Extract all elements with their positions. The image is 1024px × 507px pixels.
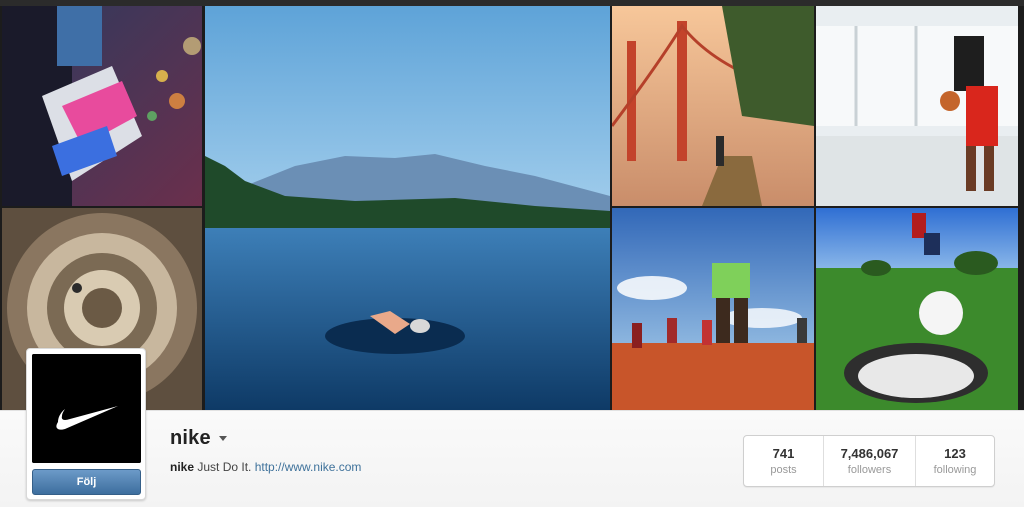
stat-count: 7,486,067 [840, 446, 899, 461]
photo-tile-golden-gate-runner[interactable] [612, 6, 814, 206]
caret-down-icon[interactable] [218, 436, 227, 441]
username-row: nike [170, 427, 227, 450]
bio-link[interactable]: http://www.nike.com [255, 460, 362, 474]
stat-label: followers [847, 464, 892, 476]
follow-button[interactable]: Följ [32, 469, 141, 495]
photo-tile-basketball[interactable] [816, 6, 1018, 206]
photo-tile-sneakers[interactable] [2, 6, 202, 206]
stat-label: posts [770, 464, 797, 476]
photo-tile-swimmer-lake[interactable] [205, 6, 610, 410]
stat-count: 741 [772, 446, 795, 461]
photo-tile-golf-ball[interactable] [816, 208, 1018, 410]
nike-swoosh-icon [32, 354, 141, 463]
stat-label: following [933, 464, 977, 476]
stats-box: 741 posts 7,486,067 followers 123 follow… [743, 435, 995, 487]
stat-posts[interactable]: 741 posts [744, 436, 824, 486]
username[interactable]: nike [170, 427, 211, 450]
stat-followers[interactable]: 7,486,067 followers [824, 436, 916, 486]
stat-following[interactable]: 123 following [916, 436, 994, 486]
bio-name: nike [170, 460, 195, 474]
avatar-card: Följ [26, 348, 146, 500]
bio: nike Just Do It. http://www.nike.com [170, 460, 361, 474]
avatar[interactable] [32, 354, 141, 463]
photo-tile-kids-running[interactable] [612, 208, 814, 410]
stat-count: 123 [944, 446, 966, 461]
bio-text: Just Do It. [194, 460, 255, 474]
